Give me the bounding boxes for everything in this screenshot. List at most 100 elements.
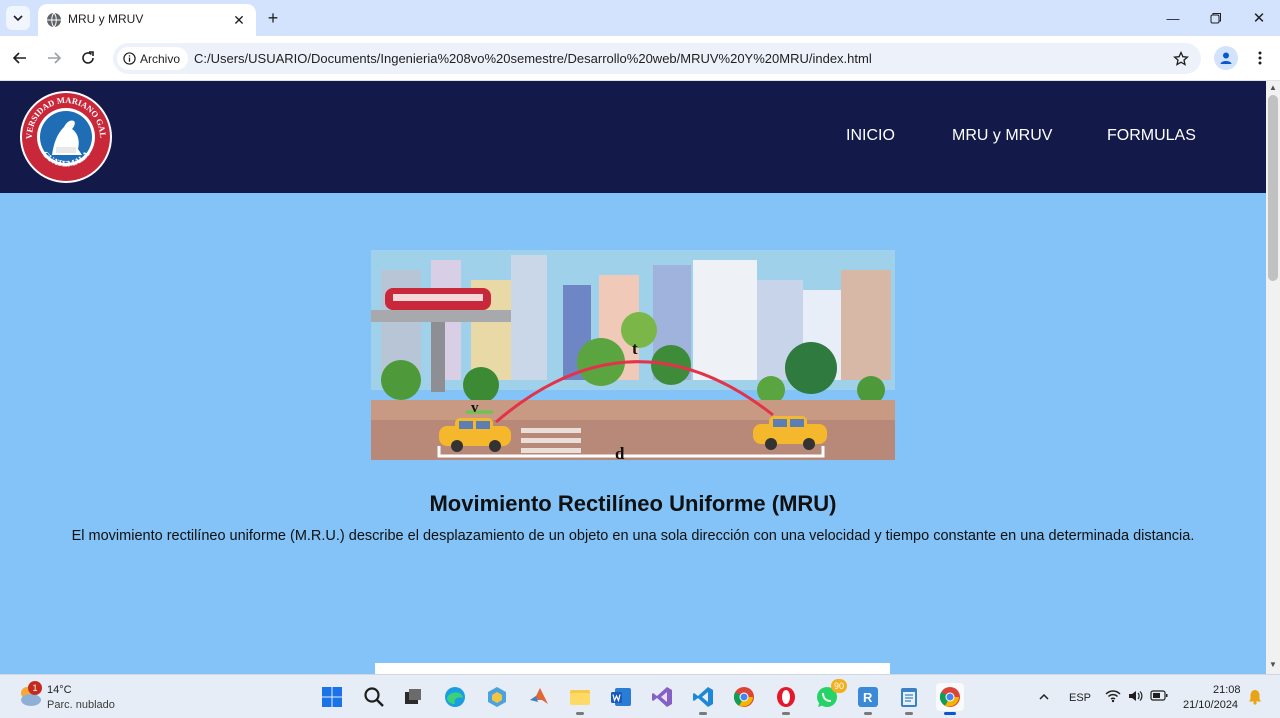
whatsapp-taskbar-button[interactable]: 90 (813, 679, 847, 711)
restore-button[interactable] (1199, 6, 1233, 30)
visual-studio-taskbar-button[interactable] (648, 683, 676, 711)
distance-label: d (615, 444, 625, 460)
edge-icon (445, 687, 465, 707)
profile-icon (1220, 52, 1232, 64)
edge-taskbar-button[interactable] (441, 683, 469, 711)
content-card-partial (375, 663, 890, 674)
minimize-button[interactable]: — (1156, 6, 1190, 30)
chip-label: Archivo (140, 51, 181, 66)
file-explorer-icon (570, 690, 590, 705)
chrome-icon (733, 687, 754, 707)
velocity-label: v (471, 400, 479, 416)
active-indicator (944, 712, 956, 715)
plus-icon: + (267, 7, 279, 28)
forward-button[interactable] (42, 46, 66, 70)
matlab-taskbar-button[interactable] (525, 683, 553, 711)
url-text[interactable]: C:/Users/USUARIO/Documents/Ingenieria%20… (194, 51, 872, 66)
page-title: Movimiento Rectilíneo Uniforme (MRU) (429, 491, 837, 516)
page-scrollbar[interactable]: ▲ ▼ (1266, 81, 1280, 674)
scroll-down-icon[interactable]: ▼ (1269, 661, 1277, 669)
star-icon (1173, 51, 1189, 66)
nav-link-formulas[interactable]: FORMULAS (1107, 127, 1196, 145)
page-description: El movimiento rectilíneo uniforme (M.R.U… (71, 528, 1195, 544)
wifi-icon[interactable] (1105, 689, 1121, 703)
windows-start-button[interactable] (318, 683, 346, 711)
tab-title: MRU y MRUV (68, 12, 144, 26)
file-explorer-taskbar-button[interactable] (566, 683, 594, 715)
vscode-icon (693, 687, 713, 707)
university-logo[interactable]: UNIVERSIDAD MARIANO GALVEZ GUATEMALA (18, 89, 114, 185)
windows-start-icon (322, 687, 342, 707)
vscode-taskbar-button[interactable] (689, 683, 717, 715)
chrome-taskbar-button[interactable] (730, 683, 758, 711)
chevron-down-icon (13, 15, 23, 22)
tab-search-button[interactable] (6, 6, 30, 30)
notepad-taskbar-button[interactable] (895, 683, 923, 715)
running-indicator (576, 712, 584, 715)
battery-icon[interactable] (1150, 690, 1168, 701)
clock-time[interactable]: 21:08 (1213, 684, 1241, 696)
weather-description[interactable]: Parc. nublado (47, 699, 115, 711)
opera-icon (777, 687, 795, 707)
kebab-menu-icon (1258, 51, 1262, 65)
search-icon (364, 687, 384, 707)
back-button[interactable] (8, 46, 32, 70)
rstudio-icon: R (858, 687, 878, 707)
address-bar[interactable]: Archivo C:/Users/USUARIO/Documents/Ingen… (113, 43, 1201, 74)
forward-icon (48, 52, 62, 64)
nav-link-mru-mruv[interactable]: MRU y MRUV (952, 127, 1052, 145)
reload-icon (82, 51, 94, 64)
notification-bell-icon[interactable] (1248, 689, 1262, 705)
rstudio-taskbar-button[interactable]: R (854, 683, 882, 715)
running-indicator (864, 712, 872, 715)
mru-illustration: t v d (371, 250, 895, 460)
app-taskbar-button[interactable] (483, 683, 511, 711)
word-taskbar-button[interactable] (607, 683, 635, 711)
task-view-button[interactable] (399, 683, 427, 711)
word-icon (611, 688, 631, 706)
opera-taskbar-button[interactable] (772, 683, 800, 715)
weather-temperature[interactable]: 14°C (47, 684, 72, 696)
volume-icon[interactable] (1127, 689, 1143, 703)
app-icon (488, 687, 506, 707)
bookmark-button[interactable] (1171, 49, 1191, 69)
browser-tab[interactable]: MRU y MRUV ✕ (38, 4, 256, 36)
clock-date[interactable]: 21/10/2024 (1183, 699, 1238, 711)
globe-icon (47, 12, 61, 28)
close-icon: ✕ (1252, 10, 1266, 27)
back-icon (12, 52, 26, 64)
task-view-icon (405, 689, 421, 704)
browser-menu-button[interactable] (1250, 46, 1270, 70)
elevated-rail (371, 310, 511, 322)
notification-badge: 90 (831, 679, 847, 693)
show-hidden-icons-button[interactable] (1030, 683, 1058, 711)
chrome-active-taskbar-button[interactable] (936, 683, 964, 715)
browser-toolbar: Archivo C:/Users/USUARIO/Documents/Ingen… (0, 36, 1280, 81)
reload-button[interactable] (76, 46, 100, 70)
notepad-icon (901, 688, 917, 707)
new-tab-button[interactable]: + (262, 7, 284, 29)
scroll-thumb[interactable] (1268, 95, 1278, 281)
time-label: t (632, 339, 638, 358)
input-language[interactable]: ESP (1069, 692, 1091, 704)
profile-button[interactable] (1214, 46, 1238, 70)
nav-link-inicio[interactable]: INICIO (846, 127, 895, 145)
running-indicator (905, 712, 913, 715)
minimize-icon: — (1166, 10, 1180, 26)
close-window-button[interactable]: ✕ (1242, 6, 1276, 30)
info-icon (123, 52, 136, 65)
page-viewport: UNIVERSIDAD MARIANO GALVEZ GUATEMALA INI… (0, 81, 1266, 674)
chrome-active-icon (939, 687, 960, 707)
site-info-chip[interactable]: Archivo (117, 47, 189, 70)
chevron-up-icon (1039, 693, 1049, 700)
svg-text:R: R (863, 690, 873, 705)
site-header: UNIVERSIDAD MARIANO GALVEZ GUATEMALA INI… (0, 81, 1266, 193)
windows-taskbar: 1 14°C Parc. nublado 90 R ESP 21:08 21/1… (0, 674, 1280, 718)
running-indicator (699, 712, 707, 715)
matlab-icon (530, 688, 548, 704)
taskbar-search-button[interactable] (360, 683, 388, 711)
browser-tab-strip: MRU y MRUV ✕ + — ✕ (0, 0, 1280, 36)
scroll-up-icon[interactable]: ▲ (1269, 84, 1277, 92)
visual-studio-icon (652, 687, 672, 707)
close-tab-icon[interactable]: ✕ (230, 11, 248, 29)
